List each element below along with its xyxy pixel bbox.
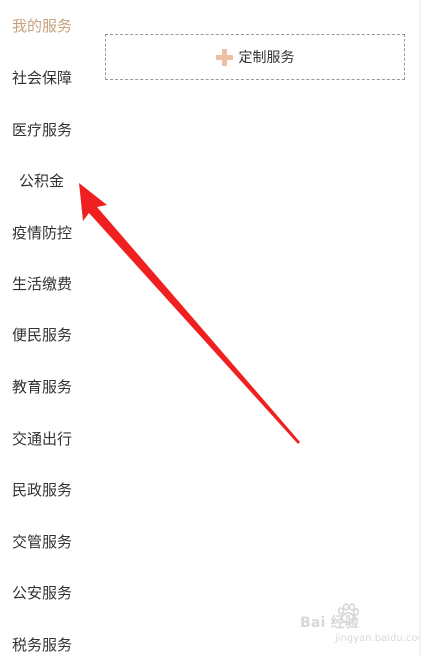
sidebar-item-epidemic-control[interactable]: 疫情防控 <box>0 213 96 253</box>
sidebar-item-tax-services[interactable]: 税务服务 <box>0 625 96 665</box>
sidebar-item-public-security[interactable]: 公安服务 <box>0 573 96 613</box>
sidebar-item-housing-fund[interactable]: 公积金 <box>0 161 96 201</box>
annotation-arrow-shape <box>79 183 300 444</box>
watermark-brand: Bai 经验 <box>300 615 359 631</box>
sidebar-item-social-security[interactable]: 社会保障 <box>0 58 96 98</box>
watermark-url: jingyan.baidu.com <box>335 633 421 644</box>
sidebar-item-education-services[interactable]: 教育服务 <box>0 367 96 407</box>
custom-service-label: 定制服务 <box>238 50 295 66</box>
sidebar-item-civil-affairs[interactable]: 民政服务 <box>0 470 96 510</box>
sidebar-item-medical-services[interactable]: 医疗服务 <box>0 110 96 150</box>
plus-icon <box>215 48 233 66</box>
sidebar-item-traffic-management[interactable]: 交管服务 <box>0 522 96 562</box>
sidebar: 我的服务 社会保障 医疗服务 公积金 疫情防控 生活缴费 便民服务 教育服务 交… <box>0 0 96 657</box>
sidebar-item-convenience-services[interactable]: 便民服务 <box>0 315 96 355</box>
sidebar-item-utility-payment[interactable]: 生活缴费 <box>0 264 96 304</box>
sidebar-item-my-services[interactable]: 我的服务 <box>0 6 96 46</box>
sidebar-item-transportation[interactable]: 交通出行 <box>0 419 96 459</box>
watermark: Bai 经验 jingyan.baidu.com <box>300 602 421 646</box>
custom-service-button[interactable]: 定制服务 <box>105 34 405 80</box>
